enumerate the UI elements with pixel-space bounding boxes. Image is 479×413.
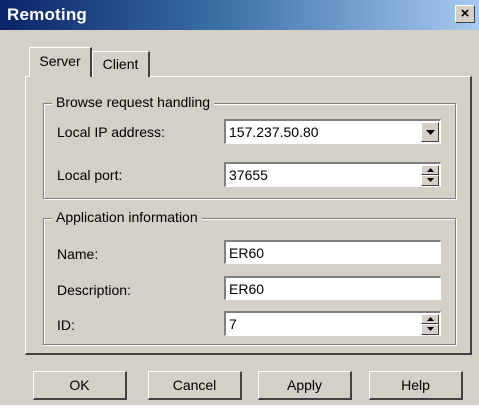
id-increment-button[interactable] bbox=[421, 314, 439, 324]
id-stepper[interactable]: 7 bbox=[224, 311, 441, 336]
local-port-increment-button[interactable] bbox=[421, 165, 439, 175]
spin-up-icon bbox=[427, 168, 434, 172]
id-label: ID: bbox=[57, 317, 75, 333]
name-field[interactable]: ER60 bbox=[224, 240, 441, 264]
description-field[interactable]: ER60 bbox=[224, 276, 441, 300]
chevron-down-icon bbox=[426, 130, 435, 135]
local-port-spin-buttons bbox=[421, 165, 439, 186]
name-value: ER60 bbox=[229, 245, 265, 261]
help-button[interactable]: Help bbox=[369, 371, 463, 400]
local-port-label: Local port: bbox=[57, 167, 123, 183]
tab-client[interactable]: Client bbox=[92, 51, 150, 77]
spin-down-icon bbox=[427, 327, 434, 331]
id-spin-buttons bbox=[421, 314, 439, 335]
application-info-group-title: Application information bbox=[52, 209, 202, 225]
spin-up-icon bbox=[427, 317, 434, 321]
local-ip-dropdown[interactable]: 157.237.50.80 bbox=[224, 119, 441, 144]
local-ip-value: 157.237.50.80 bbox=[229, 124, 319, 140]
title-bar: Remoting × bbox=[0, 0, 479, 30]
id-decrement-button[interactable] bbox=[421, 324, 439, 335]
ok-button[interactable]: OK bbox=[33, 371, 127, 400]
tab-server[interactable]: Server bbox=[29, 47, 92, 77]
apply-button[interactable]: Apply bbox=[258, 371, 352, 400]
local-port-value: 37655 bbox=[229, 167, 268, 183]
window-title: Remoting bbox=[7, 5, 87, 24]
spin-down-icon bbox=[427, 178, 434, 182]
description-value: ER60 bbox=[229, 281, 265, 297]
id-value: 7 bbox=[229, 316, 237, 332]
browse-request-group-title: Browse request handling bbox=[52, 94, 215, 110]
local-ip-dropdown-button[interactable] bbox=[421, 122, 439, 142]
name-label: Name: bbox=[57, 246, 99, 262]
close-icon: × bbox=[460, 5, 470, 22]
description-label: Description: bbox=[57, 282, 131, 298]
remoting-dialog: Remoting × Server Client Browse request … bbox=[0, 0, 479, 405]
local-port-stepper[interactable]: 37655 bbox=[224, 162, 441, 187]
close-button[interactable]: × bbox=[455, 5, 475, 23]
local-port-decrement-button[interactable] bbox=[421, 175, 439, 186]
cancel-button[interactable]: Cancel bbox=[148, 371, 242, 400]
local-ip-label: Local IP address: bbox=[57, 124, 165, 140]
